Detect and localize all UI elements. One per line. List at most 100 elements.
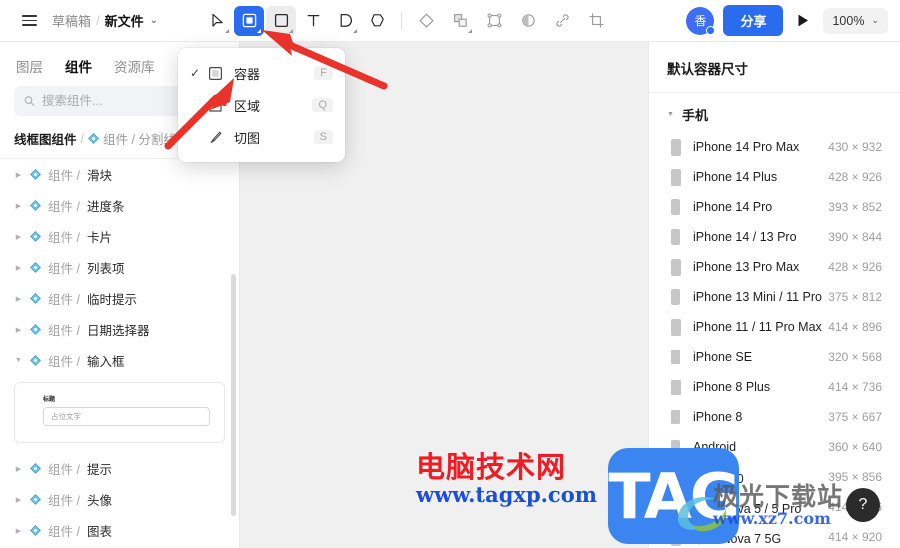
expand-triangle-icon[interactable]: ▶	[14, 527, 23, 535]
expand-triangle-icon[interactable]: ▶	[14, 326, 23, 334]
expand-triangle-icon[interactable]: ▶	[14, 264, 23, 272]
avatar-status-dot	[706, 25, 716, 35]
device-row[interactable]: iPhone 8 Plus 414 × 736	[649, 372, 900, 402]
expand-triangle-icon[interactable]: ▶	[14, 465, 23, 473]
device-size: 428 × 926	[828, 260, 882, 274]
group-tool[interactable]	[479, 6, 509, 36]
contrast-tool[interactable]	[513, 6, 543, 36]
component-row-chart[interactable]: ▶ 组件 / 图表	[0, 515, 239, 546]
device-row[interactable]: iPhone 13 Mini / 11 Pro 375 × 812	[649, 282, 900, 312]
device-size: 414 × 896	[828, 320, 882, 334]
input-component-preview[interactable]: 标题 占位文字	[14, 382, 225, 443]
help-button[interactable]: ?	[846, 488, 880, 522]
avatar[interactable]: 香	[686, 6, 716, 35]
component-row-card[interactable]: ▶ 组件 / 卡片	[0, 221, 239, 252]
device-row[interactable]: iPhone 14 / 13 Pro 390 × 844	[649, 222, 900, 252]
device-name: iPhone 13 Mini / 11 Pro	[693, 290, 823, 304]
component-diamond-icon	[30, 231, 41, 242]
component-name: 图表	[86, 525, 112, 539]
dropdown-item-container[interactable]: ✓ 容器 F	[178, 57, 345, 89]
device-size: 430 × 932	[828, 140, 882, 154]
device-row[interactable]: iPhone SE 320 × 568	[649, 342, 900, 372]
container-icon	[242, 13, 256, 28]
library-root-label[interactable]: 线框图组件	[14, 129, 77, 148]
polygon-icon	[370, 14, 384, 27]
phone-icon	[671, 138, 693, 156]
text-tool[interactable]	[298, 6, 328, 36]
component-row-toast[interactable]: ▶ 组件 / 临时提示	[0, 283, 239, 314]
preview-play-button[interactable]	[792, 13, 814, 28]
cursor-tool[interactable]	[202, 6, 232, 36]
device-size: 360 × 640	[828, 440, 882, 454]
container-tool[interactable]	[234, 5, 265, 36]
device-row[interactable]: iPhone 14 Pro Max 430 × 932	[649, 132, 900, 162]
component-row-tooltip[interactable]: ▶ 组件 / 提示	[0, 453, 239, 484]
component-name: 卡片	[86, 231, 112, 245]
component-row-slider[interactable]: ▶ 组件 / 滑块	[0, 159, 239, 190]
component-tool[interactable]	[445, 6, 475, 36]
dropdown-label: 切图	[234, 130, 261, 146]
link-icon	[555, 14, 569, 27]
share-button[interactable]: 分享	[723, 5, 784, 36]
breadcrumb-filename[interactable]: 新文件	[105, 11, 144, 30]
component-prefix: 组件 /	[48, 262, 80, 276]
preview-input-field[interactable]: 占位文字	[43, 407, 210, 426]
component-row-progress[interactable]: ▶ 组件 / 进度条	[0, 190, 239, 221]
link-tool[interactable]	[547, 6, 577, 36]
device-group-phone[interactable]: ▼ 手机	[649, 93, 900, 132]
search-icon	[24, 96, 35, 106]
dropdown-item-slice[interactable]: 切图 S	[178, 121, 345, 153]
expand-triangle-icon[interactable]: ▶	[14, 171, 23, 179]
top-toolbar: 草稿箱 / 新文件 ⌄ 香 分享 100% ⌄	[0, 0, 900, 42]
toolbar-divider	[401, 11, 403, 30]
component-diamond-icon	[30, 200, 41, 211]
component-row-avatar[interactable]: ▶ 组件 / 头像	[0, 484, 239, 515]
selection-frame-icon	[486, 13, 502, 28]
collapse-triangle-icon[interactable]: ▼	[667, 111, 674, 118]
dropdown-label: 区域	[234, 98, 261, 114]
expand-triangle-icon[interactable]: ▶	[14, 233, 23, 241]
component-prefix: 组件 /	[48, 525, 80, 539]
device-name: iPhone 11 / 11 Pro Max	[693, 320, 822, 334]
device-size: 320 × 568	[828, 350, 882, 364]
expand-triangle-icon[interactable]: ▶	[14, 295, 23, 303]
shape-tool[interactable]	[362, 6, 392, 36]
pen-tool[interactable]	[330, 6, 360, 36]
expand-triangle-icon[interactable]: ▶	[14, 496, 23, 504]
device-row[interactable]: iPhone 11 / 11 Pro Max 414 × 896	[649, 312, 900, 342]
device-name: iPhone 14 / 13 Pro	[693, 230, 797, 244]
breadcrumb-drafts[interactable]: 草稿箱	[52, 11, 91, 30]
frame-tool[interactable]	[266, 5, 297, 36]
crop-tool[interactable]	[581, 6, 611, 36]
component-row-listitem[interactable]: ▶ 组件 / 列表项	[0, 252, 239, 283]
tab-layers[interactable]: 图层	[16, 56, 43, 76]
collapse-triangle-icon[interactable]: ▼	[14, 357, 23, 364]
phone-icon	[671, 229, 693, 245]
chevron-down-icon[interactable]: ⌄	[150, 15, 158, 26]
component-diamond-icon	[30, 169, 41, 180]
device-row[interactable]: iPhone 14 Pro 393 × 852	[649, 192, 900, 222]
expand-triangle-icon[interactable]: ▶	[14, 202, 23, 210]
diamond-tool[interactable]	[411, 6, 441, 36]
zoom-level-label: 100%	[832, 13, 865, 28]
component-diamond-icon	[30, 525, 41, 536]
device-row[interactable]: iPhone 14 Plus 428 × 926	[649, 162, 900, 192]
component-name: 进度条	[86, 200, 125, 214]
device-row[interactable]: iPhone 13 Pro Max 428 × 926	[649, 252, 900, 282]
device-row[interactable]: iPhone 8 375 × 667	[649, 402, 900, 432]
tab-components[interactable]: 组件	[65, 56, 92, 76]
text-icon	[307, 14, 319, 27]
dropdown-shortcut: Q	[312, 98, 333, 112]
sidebar-scrollbar[interactable]	[231, 274, 236, 516]
secondary-tool-group	[411, 6, 611, 36]
dropdown-shortcut: F	[314, 66, 333, 80]
avatar-label: 香	[694, 14, 707, 28]
component-row-datepicker[interactable]: ▶ 组件 / 日期选择器	[0, 314, 239, 345]
zoom-selector[interactable]: 100% ⌄	[823, 7, 888, 34]
hamburger-icon[interactable]	[12, 15, 46, 26]
device-name: iPhone 14 Pro	[693, 200, 773, 214]
component-row-input[interactable]: ▼ 组件 / 输入框	[0, 345, 239, 376]
tab-resources[interactable]: 资源库	[114, 56, 155, 76]
dropdown-item-area[interactable]: 区域 Q	[178, 89, 345, 121]
phone-icon	[671, 318, 693, 336]
